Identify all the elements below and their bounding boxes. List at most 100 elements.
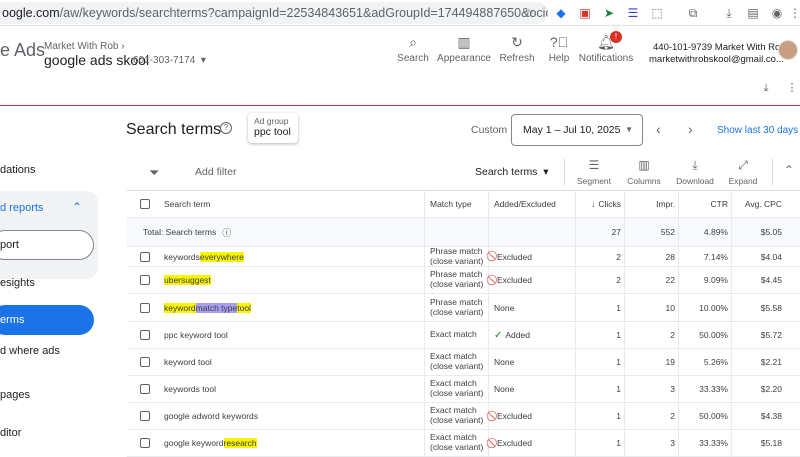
- status-cell[interactable]: ⃠Excluded: [494, 403, 532, 429]
- extension-icon[interactable]: ◆: [552, 4, 570, 22]
- nav-item-where-ads[interactable]: d where ads: [0, 345, 60, 357]
- search-term-cell[interactable]: keyword tool: [164, 349, 212, 375]
- col-divider: [678, 191, 679, 217]
- address-bar[interactable]: oogle.com/aw/keywords/searchterms?campai…: [0, 2, 548, 24]
- col-clicks[interactable]: ↓ Clicks: [577, 191, 621, 217]
- help-circle-icon[interactable]: ?: [220, 122, 232, 134]
- table-row[interactable]: keywords tool Exact match (close variant) N…: [127, 376, 800, 403]
- search-terms-select[interactable]: Search terms ▾: [475, 166, 549, 178]
- add-filter-button[interactable]: Add filter: [195, 166, 236, 178]
- url-path: /aw/keywords/searchterms?campaignId=2253…: [59, 6, 548, 20]
- table-row[interactable]: keyword match type tool Phrase match (clos…: [127, 294, 800, 322]
- table-row[interactable]: keywords everywhere Phrase match (close va…: [127, 246, 800, 267]
- filter-icon[interactable]: ⏷: [149, 165, 159, 181]
- expand-button[interactable]: ⤢ Expand: [720, 158, 766, 186]
- clicks-cell: 1: [616, 302, 621, 313]
- avatar[interactable]: [778, 40, 798, 60]
- prev-period-chevron-icon[interactable]: ‹: [656, 121, 661, 137]
- search-term-cell[interactable]: ubersuggest: [164, 267, 211, 293]
- media-icon[interactable]: ▤: [744, 4, 762, 22]
- parent-account[interactable]: Market With Rob ›: [44, 41, 125, 52]
- term-text: keyword tool: [164, 357, 212, 367]
- term-highlight-selected: match type: [195, 302, 238, 313]
- extension-badge-icon[interactable]: ▣: [576, 4, 594, 22]
- download-button[interactable]: ⤓ Download: [672, 158, 718, 186]
- user-email[interactable]: marketwithrobskool@gmail.co...: [649, 54, 784, 65]
- search-term-cell[interactable]: keywords everywhere: [164, 247, 244, 266]
- date-range-picker[interactable]: May 1 – Jul 10, 2025 ▼: [511, 114, 643, 146]
- status-cell[interactable]: ✓ Added: [494, 322, 530, 348]
- status-cell[interactable]: ⃠Excluded: [494, 430, 532, 456]
- table-row[interactable]: ubersuggest Phrase match(close variant)⃠E…: [127, 267, 800, 294]
- nav-item-reports[interactable]: d reports: [0, 202, 43, 214]
- status-cell[interactable]: None: [494, 376, 514, 402]
- row-checkbox[interactable]: [140, 430, 150, 456]
- columns-button[interactable]: ▥ Columns: [621, 158, 667, 186]
- nav-item-report[interactable]: port: [0, 239, 19, 251]
- adgroup-chip[interactable]: Ad group ppc tool: [248, 113, 298, 143]
- search-term-cell[interactable]: google adword keywords: [164, 403, 258, 429]
- search-term-cell[interactable]: keywords tool: [164, 376, 216, 402]
- col-divider: [731, 218, 732, 246]
- download-browser-icon[interactable]: ⤓: [720, 4, 738, 22]
- col-divider: [424, 430, 425, 456]
- tab-search-icon[interactable]: ⧉: [684, 4, 702, 22]
- status-cell[interactable]: None: [494, 349, 514, 375]
- row-checkbox[interactable]: [140, 294, 150, 321]
- row-checkbox[interactable]: [140, 267, 150, 293]
- ctr-cell: 10.00%: [699, 302, 728, 313]
- col-divider: [488, 376, 489, 402]
- collapse-chevron-icon[interactable]: ⌃: [72, 200, 82, 214]
- nav-item-insights[interactable]: esights: [0, 277, 35, 289]
- nav-item-editor[interactable]: ditor: [0, 427, 21, 439]
- nav-item-pages[interactable]: pages: [0, 389, 30, 401]
- appearance-button[interactable]: ▥ Appearance: [434, 34, 494, 64]
- col-match-type[interactable]: Match type: [430, 191, 472, 217]
- col-impr[interactable]: Impr.: [627, 191, 675, 217]
- status-cell[interactable]: ⃠Excluded: [494, 247, 532, 266]
- row-checkbox[interactable]: [140, 349, 150, 375]
- row-checkbox[interactable]: [140, 247, 150, 266]
- row-checkbox[interactable]: [140, 376, 150, 402]
- segment-button[interactable]: ☰ Segment: [571, 158, 617, 186]
- impr-cell: 28: [665, 251, 675, 262]
- table-row[interactable]: keyword tool Exact match (close variant) No…: [127, 349, 800, 376]
- status-cell[interactable]: None: [494, 294, 514, 321]
- browser-menu-icon[interactable]: ⋮: [786, 4, 800, 22]
- download-report-icon[interactable]: ⤓: [756, 78, 776, 98]
- cursor-extension-icon[interactable]: ➤: [600, 4, 618, 22]
- table-row[interactable]: google adword keywords Exact match (close …: [127, 403, 800, 430]
- col-search-term[interactable]: Search term: [164, 191, 210, 217]
- search-term-cell[interactable]: ppc keyword tool: [164, 322, 228, 348]
- puzzle-icon[interactable]: ⬚: [648, 4, 666, 22]
- customer-line[interactable]: 440-101-9739 Market With Rob: [653, 42, 786, 53]
- col-added-excluded[interactable]: Added/Excluded: [494, 191, 556, 217]
- search-term-cell[interactable]: keyword match type tool: [164, 294, 251, 321]
- status-cell[interactable]: ⃠Excluded: [494, 267, 532, 293]
- nav-item-recommendations[interactable]: dations: [0, 164, 35, 176]
- search-term-cell[interactable]: google keyword research: [164, 430, 257, 456]
- row-checkbox[interactable]: [140, 403, 150, 429]
- col-divider: [731, 403, 732, 429]
- table-row[interactable]: google keyword research Exact match (close…: [127, 430, 800, 457]
- table-row[interactable]: ppc keyword tool Exact match ✓ Added 1 2 50.00…: [127, 322, 800, 349]
- next-period-chevron-icon[interactable]: ›: [688, 121, 693, 137]
- col-ctr[interactable]: CTR: [681, 191, 728, 217]
- list-extension-icon[interactable]: ☰: [624, 4, 642, 22]
- account-id[interactable]: 601-303-7174 ▾: [133, 55, 206, 66]
- show-last-30-days-link[interactable]: Show last 30 days: [717, 125, 798, 136]
- profile-icon[interactable]: ◉: [768, 4, 786, 22]
- notifications-button[interactable]: 🔔︎ ! Notifications: [576, 31, 636, 64]
- row-checkbox[interactable]: [140, 322, 150, 348]
- term-highlight: ubersuggest: [164, 275, 211, 285]
- col-divider: [678, 322, 679, 348]
- nav-item-search-terms[interactable]: erms: [0, 314, 24, 326]
- select-all-checkbox[interactable]: [140, 191, 150, 217]
- impr-cell: 2: [670, 330, 675, 340]
- collapse-toolbar-chevron-icon[interactable]: ⌃: [777, 163, 800, 177]
- term-highlight: tool: [237, 302, 251, 313]
- url-host: oogle.com: [2, 6, 60, 20]
- col-avg-cpc[interactable]: Avg. CPC: [734, 191, 782, 217]
- bookmark-star-icon[interactable]: ☆: [520, 4, 538, 22]
- more-options-icon[interactable]: ⋮: [782, 78, 800, 98]
